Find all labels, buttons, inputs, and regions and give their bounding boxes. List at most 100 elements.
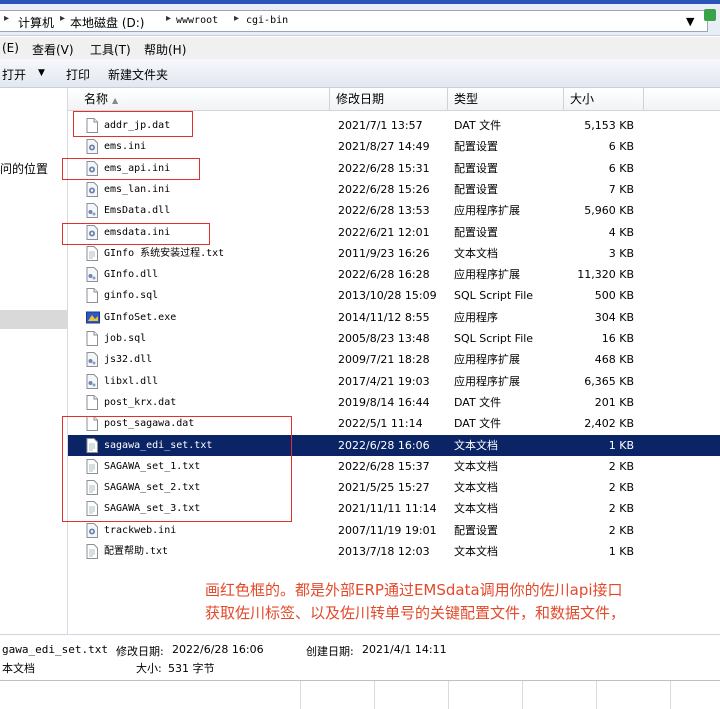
file-type: DAT 文件 xyxy=(454,395,502,409)
file-date: 2005/8/23 13:48 xyxy=(338,332,430,345)
chevron-right-icon[interactable]: ▸ xyxy=(166,13,171,24)
file-row[interactable]: GInfoSet.exe 2014/11/12 8:55 应用程序 304 KB xyxy=(68,307,720,328)
file-name: trackweb.ini xyxy=(104,524,177,536)
file-date: 2022/6/28 16:28 xyxy=(338,268,430,282)
file-row[interactable]: EmsData.dll 2022/6/28 13:53 应用程序扩展 5,960 KB xyxy=(68,200,720,221)
file-date: 2021/8/27 14:49 xyxy=(338,140,430,154)
background-spreadsheet xyxy=(0,680,720,709)
file-size: 201 KB xyxy=(594,395,634,409)
grid-line xyxy=(448,681,449,709)
file-date: 2022/6/21 12:01 xyxy=(338,225,430,239)
new-folder-button[interactable]: 新建文件夹 xyxy=(108,66,168,83)
status-created-label: 创建日期: xyxy=(306,645,354,658)
file-row[interactable]: GInfo.dll 2022/6/28 16:28 应用程序扩展 11,320 KB xyxy=(68,264,720,285)
menu-help[interactable]: 帮助(H) xyxy=(144,41,186,58)
file-type: 应用程序扩展 xyxy=(454,268,520,282)
file-name: js32.dll xyxy=(104,354,153,366)
print-button[interactable]: 打印 xyxy=(66,66,90,83)
file-row[interactable]: js32.dll 2009/7/21 18:28 应用程序扩展 468 KB xyxy=(68,349,720,370)
status-created: 2021/4/1 14:11 xyxy=(362,643,447,656)
status-size: 531 字节 xyxy=(168,662,215,675)
status-filename: gawa_edi_set.txt xyxy=(2,643,108,656)
column-date-label: 修改日期 xyxy=(336,92,385,106)
file-row[interactable]: ginfo.sql 2013/10/28 15:09 SQL Script File… xyxy=(68,285,720,306)
file-row[interactable]: post_krx.dat 2019/8/14 16:44 DAT 文件 201 KB xyxy=(68,392,720,413)
file-size: 468 KB xyxy=(594,353,634,367)
file-name: EmsData.dll xyxy=(104,205,171,217)
address-bar: ▸ 计算机 ▸ 本地磁盘 (D:) ▸ wwwroot ▸ cgi-bin ▼ xyxy=(0,4,720,36)
menu-tools[interactable]: 工具(T) xyxy=(90,41,131,58)
file-size: 7 KB xyxy=(608,182,634,196)
file-name: ems_lan.ini xyxy=(104,183,171,195)
nav-item-recent-places[interactable]: 问的位置 xyxy=(0,160,48,177)
file-size: 1 KB xyxy=(608,545,634,558)
exe-icon xyxy=(86,310,100,325)
file-size: 2 KB xyxy=(608,502,634,516)
file-name: ems.ini xyxy=(104,141,147,153)
status-size-label: 大小: xyxy=(136,662,162,675)
file-row[interactable]: ems_lan.ini 2022/6/28 15:26 配置设置 7 KB xyxy=(68,179,720,200)
file-row[interactable]: job.sql 2005/8/23 13:48 SQL Script File 16 … xyxy=(68,328,720,349)
gear-file-icon xyxy=(86,181,98,197)
address-field[interactable]: ▸ 计算机 ▸ 本地磁盘 (D:) ▸ wwwroot ▸ cgi-bin ▼ xyxy=(0,10,708,32)
file-size: 304 KB xyxy=(594,310,634,324)
chevron-down-icon[interactable]: ▼ xyxy=(686,15,694,28)
column-size[interactable]: 大小 xyxy=(564,88,644,110)
crumb-computer[interactable]: 计算机 xyxy=(18,14,54,31)
chevron-right-icon[interactable]: ▸ xyxy=(234,13,239,24)
file-type: SQL Script File xyxy=(454,332,534,345)
file-type: DAT 文件 xyxy=(454,417,502,431)
file-type: 配置设置 xyxy=(454,523,498,537)
chevron-down-icon[interactable]: ▼ xyxy=(38,68,45,78)
file-size: 2,402 KB xyxy=(584,417,634,431)
column-name[interactable]: 名称 ▲ xyxy=(78,88,330,110)
menu-view[interactable]: 查看(V) xyxy=(32,41,74,58)
menu-edit[interactable]: (E) xyxy=(2,41,19,55)
status-type: 本文档 xyxy=(2,662,35,675)
file-date: 2017/4/21 19:03 xyxy=(338,374,430,388)
file-date: 2019/8/14 16:44 xyxy=(338,395,430,409)
annotation-box xyxy=(62,416,292,522)
annotation-box xyxy=(62,223,210,245)
grid-line xyxy=(374,681,375,709)
file-date: 2014/11/12 8:55 xyxy=(338,310,430,324)
file-date: 2022/6/28 15:37 xyxy=(338,459,430,473)
file-size: 4 KB xyxy=(608,225,634,239)
chevron-right-icon[interactable]: ▸ xyxy=(60,13,65,24)
annotation-text-line2: 获取佐川标签、以及佐川转单号的关键配置文件，和数据文件， xyxy=(205,604,626,622)
column-type[interactable]: 类型 xyxy=(448,88,564,110)
file-name: libxl.dll xyxy=(104,375,159,387)
dll-file-icon xyxy=(86,352,98,368)
open-button[interactable]: 打开 xyxy=(2,66,26,83)
file-date: 2022/6/28 16:06 xyxy=(338,438,430,452)
column-date[interactable]: 修改日期 xyxy=(330,88,448,110)
file-row[interactable]: trackweb.ini 2007/11/19 19:01 配置设置 2 KB xyxy=(68,520,720,541)
nav-item-selected[interactable] xyxy=(0,310,67,329)
file-size: 6,365 KB xyxy=(584,374,634,388)
status-modified: 2022/6/28 16:06 xyxy=(172,643,264,656)
file-date: 2021/11/11 11:14 xyxy=(338,502,437,516)
status-modified-label: 修改日期: xyxy=(116,645,164,658)
file-row[interactable]: GInfo 系统安装过程.txt 2011/9/23 16:26 文本文档 3 KB xyxy=(68,243,720,264)
file-row[interactable]: libxl.dll 2017/4/21 19:03 应用程序扩展 6,365 KB xyxy=(68,371,720,392)
file-name: job.sql xyxy=(104,333,147,344)
file-type: 配置设置 xyxy=(454,182,498,196)
file-type: 文本文档 xyxy=(454,438,498,452)
crumb-cgi-bin[interactable]: cgi-bin xyxy=(246,15,288,26)
file-type: 应用程序 xyxy=(454,310,498,324)
file-type: 文本文档 xyxy=(454,545,498,558)
file-name: post_krx.dat xyxy=(104,396,177,408)
crumb-disk[interactable]: 本地磁盘 (D:) xyxy=(70,14,144,31)
file-name: 配置帮助.txt xyxy=(104,546,169,557)
file-row[interactable]: ems.ini 2021/8/27 14:49 配置设置 6 KB xyxy=(68,136,720,157)
file-date: 2022/6/28 15:31 xyxy=(338,161,430,175)
file-date: 2007/11/19 19:01 xyxy=(338,523,437,537)
column-header: 名称 ▲ 修改日期 类型 大小 xyxy=(68,88,720,111)
refresh-icon[interactable] xyxy=(704,9,716,21)
file-row[interactable]: 配置帮助.txt 2013/7/18 12:03 文本文档 1 KB xyxy=(68,541,720,562)
crumb-wwwroot[interactable]: wwwroot xyxy=(176,15,218,26)
column-type-label: 类型 xyxy=(454,92,479,106)
file-date: 2022/6/28 13:53 xyxy=(338,204,430,218)
grid-line xyxy=(596,681,597,709)
file-type: 配置设置 xyxy=(454,225,498,239)
